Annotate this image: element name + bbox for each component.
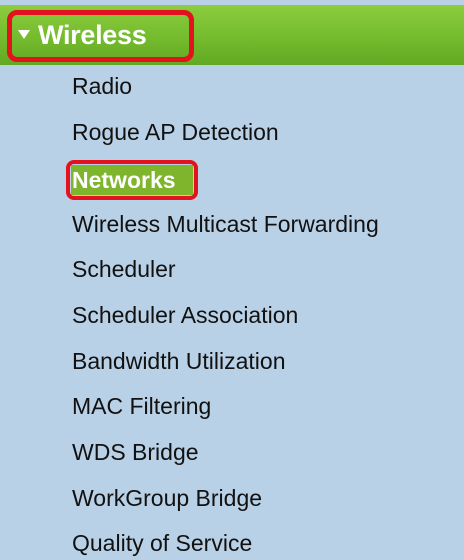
menu-item-wds-bridge[interactable]: WDS Bridge [72, 430, 199, 474]
section-highlight-box [7, 10, 194, 62]
menu-item-scheduler-association[interactable]: Scheduler Association [72, 293, 298, 337]
menu-item-rogue-ap-detection[interactable]: Rogue AP Detection [72, 110, 279, 154]
menu-item-scheduler[interactable]: Scheduler [72, 247, 176, 291]
menu-item-bandwidth-utilization[interactable]: Bandwidth Utilization [72, 339, 286, 383]
menu-item-quality-of-service[interactable]: Quality of Service [72, 521, 252, 560]
active-item-highlight-box [66, 160, 198, 200]
wireless-section-header[interactable]: Wireless [0, 5, 464, 65]
menu-item-mac-filtering[interactable]: MAC Filtering [72, 384, 211, 428]
menu-item-radio[interactable]: Radio [72, 64, 132, 108]
menu-item-workgroup-bridge[interactable]: WorkGroup Bridge [72, 476, 262, 520]
menu-item-wireless-multicast-forwarding[interactable]: Wireless Multicast Forwarding [72, 202, 379, 246]
wireless-nav-panel: Wireless Radio Rogue AP Detection Networ… [0, 0, 464, 560]
